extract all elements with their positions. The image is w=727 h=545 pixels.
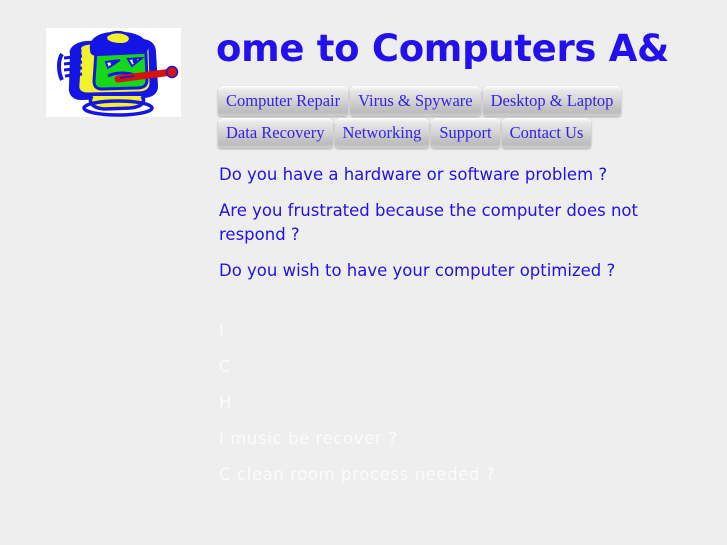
faint-line-music-recover: I music be recover ?	[219, 429, 398, 448]
site-logo	[46, 28, 181, 117]
question-frustrated-no-response: Are you frustrated because the computer …	[219, 201, 639, 244]
faint-line-3: H	[219, 393, 233, 412]
sick-computer-icon	[46, 28, 181, 117]
nav-computer-repair[interactable]: Computer Repair	[218, 86, 349, 116]
nav-networking[interactable]: Networking	[334, 118, 430, 148]
nav-support[interactable]: Support	[431, 118, 500, 148]
nav-desktop-laptop[interactable]: Desktop & Laptop	[482, 86, 622, 116]
nav-virus-spyware[interactable]: Virus & Spyware	[350, 86, 481, 116]
nav-row-1: Computer Repair Virus & Spyware Desktop …	[218, 86, 718, 116]
faint-line-2: C	[219, 357, 232, 376]
question-hardware-software: Do you have a hardware or software probl…	[219, 165, 608, 184]
faint-line-1: I	[219, 321, 225, 340]
main-navigation: Computer Repair Virus & Spyware Desktop …	[218, 86, 718, 150]
nav-data-recovery[interactable]: Data Recovery	[218, 118, 333, 148]
faint-line-clean-room: C clean room process needed ?	[219, 465, 496, 484]
question-optimize-computer: Do you wish to have your computer optimi…	[219, 261, 616, 280]
page-title: ome to Computers A&	[216, 27, 670, 70]
nav-contact-us[interactable]: Contact Us	[501, 118, 592, 148]
nav-row-2: Data Recovery Networking Support Contact…	[218, 118, 718, 148]
